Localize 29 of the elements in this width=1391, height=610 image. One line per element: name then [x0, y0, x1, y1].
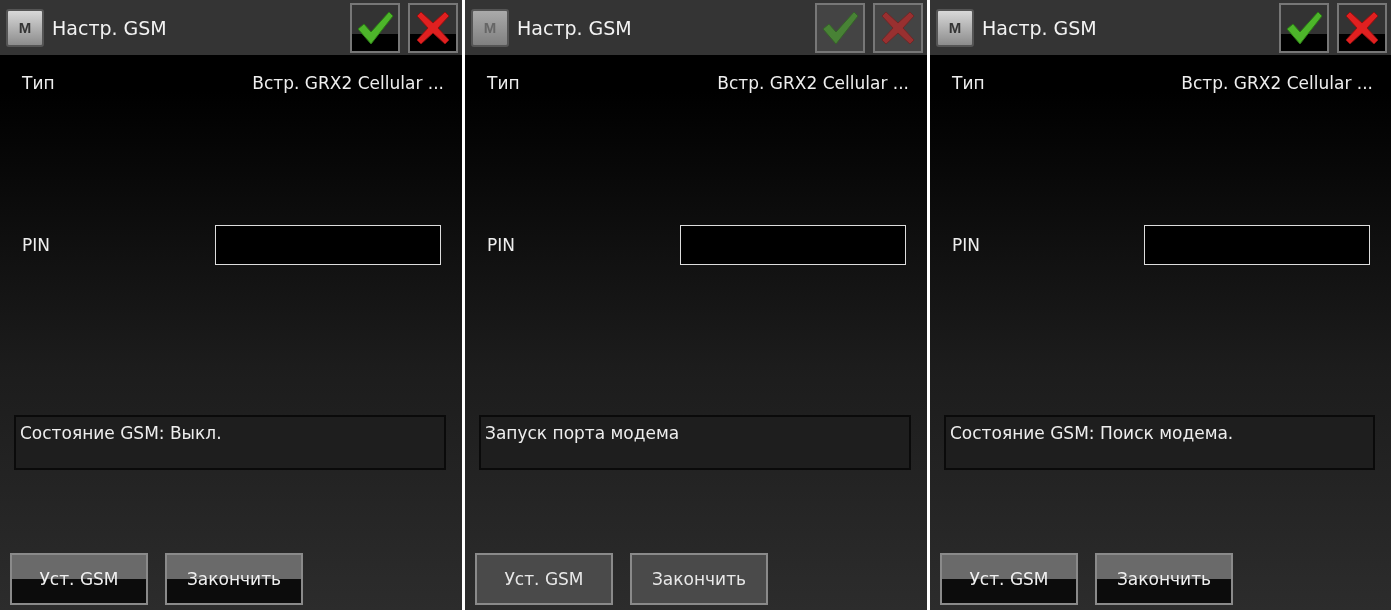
action-button[interactable]: Уст. GSM — [940, 553, 1078, 605]
checkmark-icon — [356, 10, 394, 45]
type-label: Тип — [487, 73, 520, 93]
type-value[interactable]: Встр. GRX2 Cellular ... — [1181, 73, 1373, 93]
action-button[interactable]: Уст. GSM — [10, 553, 148, 605]
window-title: Настр. GSM — [52, 16, 168, 39]
pin-label: PIN — [487, 235, 515, 255]
checkmark-icon — [1285, 10, 1323, 45]
window-title: Настр. GSM — [982, 16, 1098, 39]
pin-field[interactable] — [215, 225, 441, 265]
type-value[interactable]: Встр. GRX2 Cellular ... — [252, 73, 444, 93]
pin-field[interactable] — [1144, 225, 1370, 265]
pin-label: PIN — [952, 235, 980, 255]
menu-button[interactable]: M — [6, 8, 44, 47]
menu-button[interactable]: M — [936, 8, 974, 47]
action-button[interactable]: Закончить — [165, 553, 303, 605]
window-title: Настр. GSM — [517, 16, 633, 39]
status-box: Состояние GSM: Поиск модема. — [944, 415, 1375, 470]
status-box: Запуск порта модема — [479, 415, 911, 470]
pin-label: PIN — [22, 235, 50, 255]
type-label: Тип — [952, 73, 985, 93]
status-box: Состояние GSM: Выкл. — [14, 415, 446, 470]
checkmark-icon — [821, 10, 859, 45]
ok-button[interactable] — [1279, 2, 1329, 53]
action-button[interactable]: Закончить — [1095, 553, 1233, 605]
close-button[interactable] — [1337, 2, 1387, 53]
close-button[interactable] — [408, 2, 458, 53]
ok-button[interactable] — [350, 2, 400, 53]
type-label: Тип — [22, 73, 55, 93]
